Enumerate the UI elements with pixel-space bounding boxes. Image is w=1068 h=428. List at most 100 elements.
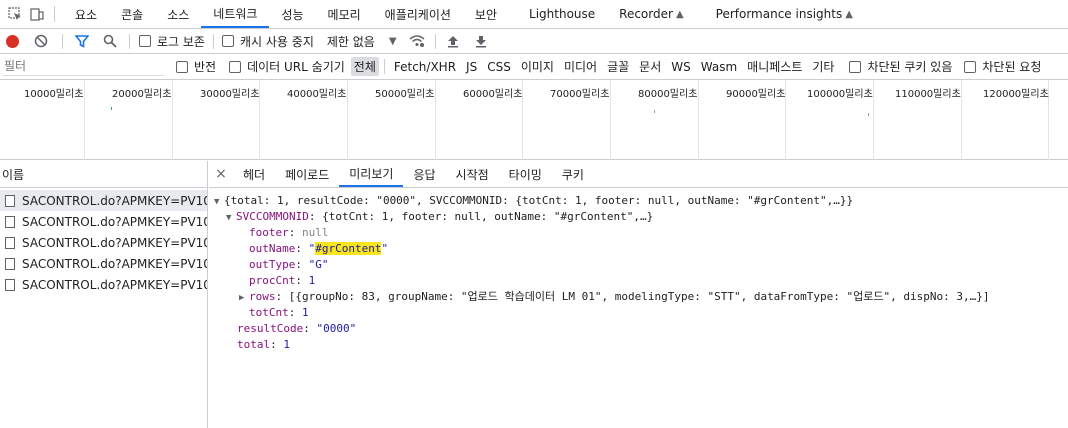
request-row[interactable]: SACONTROL.do?APMKEY=PV10... [0,253,207,274]
json-rows-node[interactable]: ▶ rows: [{groupNo: 83, groupName: "업로드 학습… [239,289,989,305]
tab-security[interactable]: 보안 [463,0,509,28]
disable-cache-checkbox[interactable]: 캐시 사용 중지 [221,33,314,50]
request-name: SACONTROL.do?APMKEY=PV10... [22,235,207,250]
json-key: resultCode [237,322,304,335]
close-details-button[interactable]: × [209,161,233,187]
request-details-panel: × 헤더 페이로드 미리보기 응답 시작점 타이밍 쿠키 ▼ {total: 1,… [209,161,1068,428]
tab-sources[interactable]: 소스 [155,0,201,28]
request-name: SACONTROL.do?APMKEY=PV10... [22,214,207,229]
type-filter-css[interactable]: CSS [484,59,514,75]
json-property: outName: "#grContent" [249,242,389,255]
throttling-select[interactable]: 제한 없음 ▼ [327,33,397,50]
document-icon [5,215,15,228]
blocked-cookies-checkbox[interactable]: 차단된 쿠키 있음 [849,58,952,75]
json-key: footer [249,226,289,239]
tab-recorder[interactable]: Recorder ▲ [607,0,695,28]
type-filter-fetch-xhr[interactable]: Fetch/XHR [391,59,459,75]
tab-performance[interactable]: 성능 [269,0,315,28]
invert-checkbox[interactable]: 반전 [176,58,216,75]
hide-data-urls-label: 데이터 URL 숨기기 [247,60,345,74]
blocked-requests-label: 차단된 요청 [982,60,1042,74]
network-overview-timeline[interactable]: 10000밀리초 20000밀리초 30000밀리초 40000밀리초 5000… [0,80,1068,160]
timeline-gridline [172,80,173,160]
json-key: SVCCOMMONID [236,210,309,223]
search-icon [103,34,117,48]
type-filter-js[interactable]: JS [463,59,480,75]
tab-preview[interactable]: 미리보기 [339,161,404,187]
tab-response[interactable]: 응답 [403,161,445,187]
document-icon [5,257,15,270]
checkbox-box [964,60,977,73]
experiment-flask-icon: ▲ [845,8,853,20]
type-filter-other[interactable]: 기타 [809,57,837,76]
timeline-tick-label: 40000밀리초 [287,89,347,100]
tab-timing[interactable]: 타이밍 [499,161,552,187]
json-svccommonid-node[interactable]: ▼ SVCCOMMONID: {totCnt: 1, footer: null, … [226,209,653,225]
filter-button[interactable] [75,34,89,48]
json-root-node[interactable]: ▼ {total: 1, resultCode: "0000", SVCCOMMO… [214,193,853,209]
request-row[interactable]: SACONTROL.do?APMKEY=PV10... [0,211,207,232]
clear-button[interactable] [34,34,48,48]
record-button[interactable] [6,34,19,48]
type-filter-manifest[interactable]: 매니페스트 [744,57,805,76]
request-name: SACONTROL.do?APMKEY=PV10... [22,277,207,292]
timeline-tick-label: 30000밀리초 [200,89,260,100]
json-property: procCnt: 1 [249,274,316,287]
tab-console[interactable]: 콘솔 [109,0,155,28]
timeline-tick-label: 110000밀리초 [895,89,961,100]
request-name: SACONTROL.do?APMKEY=PV10... [22,193,207,208]
preserve-log-label: 로그 보존 [157,34,205,49]
json-property: outType: "G" [249,258,329,271]
type-filter-wasm[interactable]: Wasm [698,59,740,75]
type-filter-doc[interactable]: 문서 [636,57,664,76]
checkbox-box [139,35,151,47]
json-svccommonid-summary: {totCnt: 1, footer: null, outName: "#grC… [322,210,654,223]
type-filter-image[interactable]: 이미지 [518,57,557,76]
name-column-header[interactable]: 이름 [0,161,207,188]
network-conditions-button[interactable] [409,34,425,48]
timeline-gridline [610,80,611,160]
preserve-log-checkbox[interactable]: 로그 보존 [139,33,205,50]
experiment-flask-icon: ▲ [675,8,684,20]
tab-headers[interactable]: 헤더 [233,161,275,187]
filter-input[interactable] [2,57,164,76]
tab-elements[interactable]: 요소 [63,0,109,28]
checkbox-box [229,60,242,73]
tab-lighthouse[interactable]: Lighthouse [509,0,607,28]
request-row[interactable]: SACONTROL.do?APMKEY=PV10... [0,190,207,211]
checkbox-box [176,60,188,73]
request-row[interactable]: SACONTROL.do?APMKEY=PV10... [0,274,207,295]
request-marker [654,110,655,113]
document-icon [5,236,15,249]
hide-data-urls-checkbox[interactable]: 데이터 URL 숨기기 [229,58,345,75]
type-filter-font[interactable]: 글꼴 [604,57,632,76]
tab-initiator[interactable]: 시작점 [446,161,499,187]
type-filter-media[interactable]: 미디어 [561,57,600,76]
tab-performance-insights[interactable]: Performance insights ▲ [696,0,865,28]
details-tab-bar: × 헤더 페이로드 미리보기 응답 시작점 타이밍 쿠키 [209,161,1068,188]
tab-cookies[interactable]: 쿠키 [552,161,594,187]
json-value: 1 [308,274,316,287]
tab-application[interactable]: 애플리케이션 [373,0,463,28]
json-root-summary: {total: 1, resultCode: "0000", SVCCOMMON… [224,194,854,207]
inspect-element-icon[interactable] [4,0,26,28]
request-row[interactable]: SACONTROL.do?APMKEY=PV10... [0,232,207,253]
device-toolbar-icon[interactable] [26,0,48,28]
throttling-value: 제한 없음 [326,34,375,49]
import-har-button[interactable] [447,35,459,48]
blocked-requests-checkbox[interactable]: 차단된 요청 [964,58,1041,75]
tab-recorder-label: Recorder [619,7,673,21]
checkbox-box [849,60,862,73]
search-button[interactable] [103,34,117,48]
request-marker [868,113,869,116]
type-filter-all[interactable]: 전체 [350,57,379,76]
tab-memory[interactable]: 메모리 [316,0,373,28]
tab-network[interactable]: 네트워크 [201,0,270,28]
export-har-button[interactable] [475,35,487,48]
type-filter-ws[interactable]: WS [668,59,693,75]
timeline-gridline [961,80,962,160]
tab-payload[interactable]: 페이로드 [275,161,339,187]
json-key: outName [249,242,296,255]
expanded-triangle-icon: ▼ [226,213,232,223]
json-value: "0000" [316,322,357,335]
